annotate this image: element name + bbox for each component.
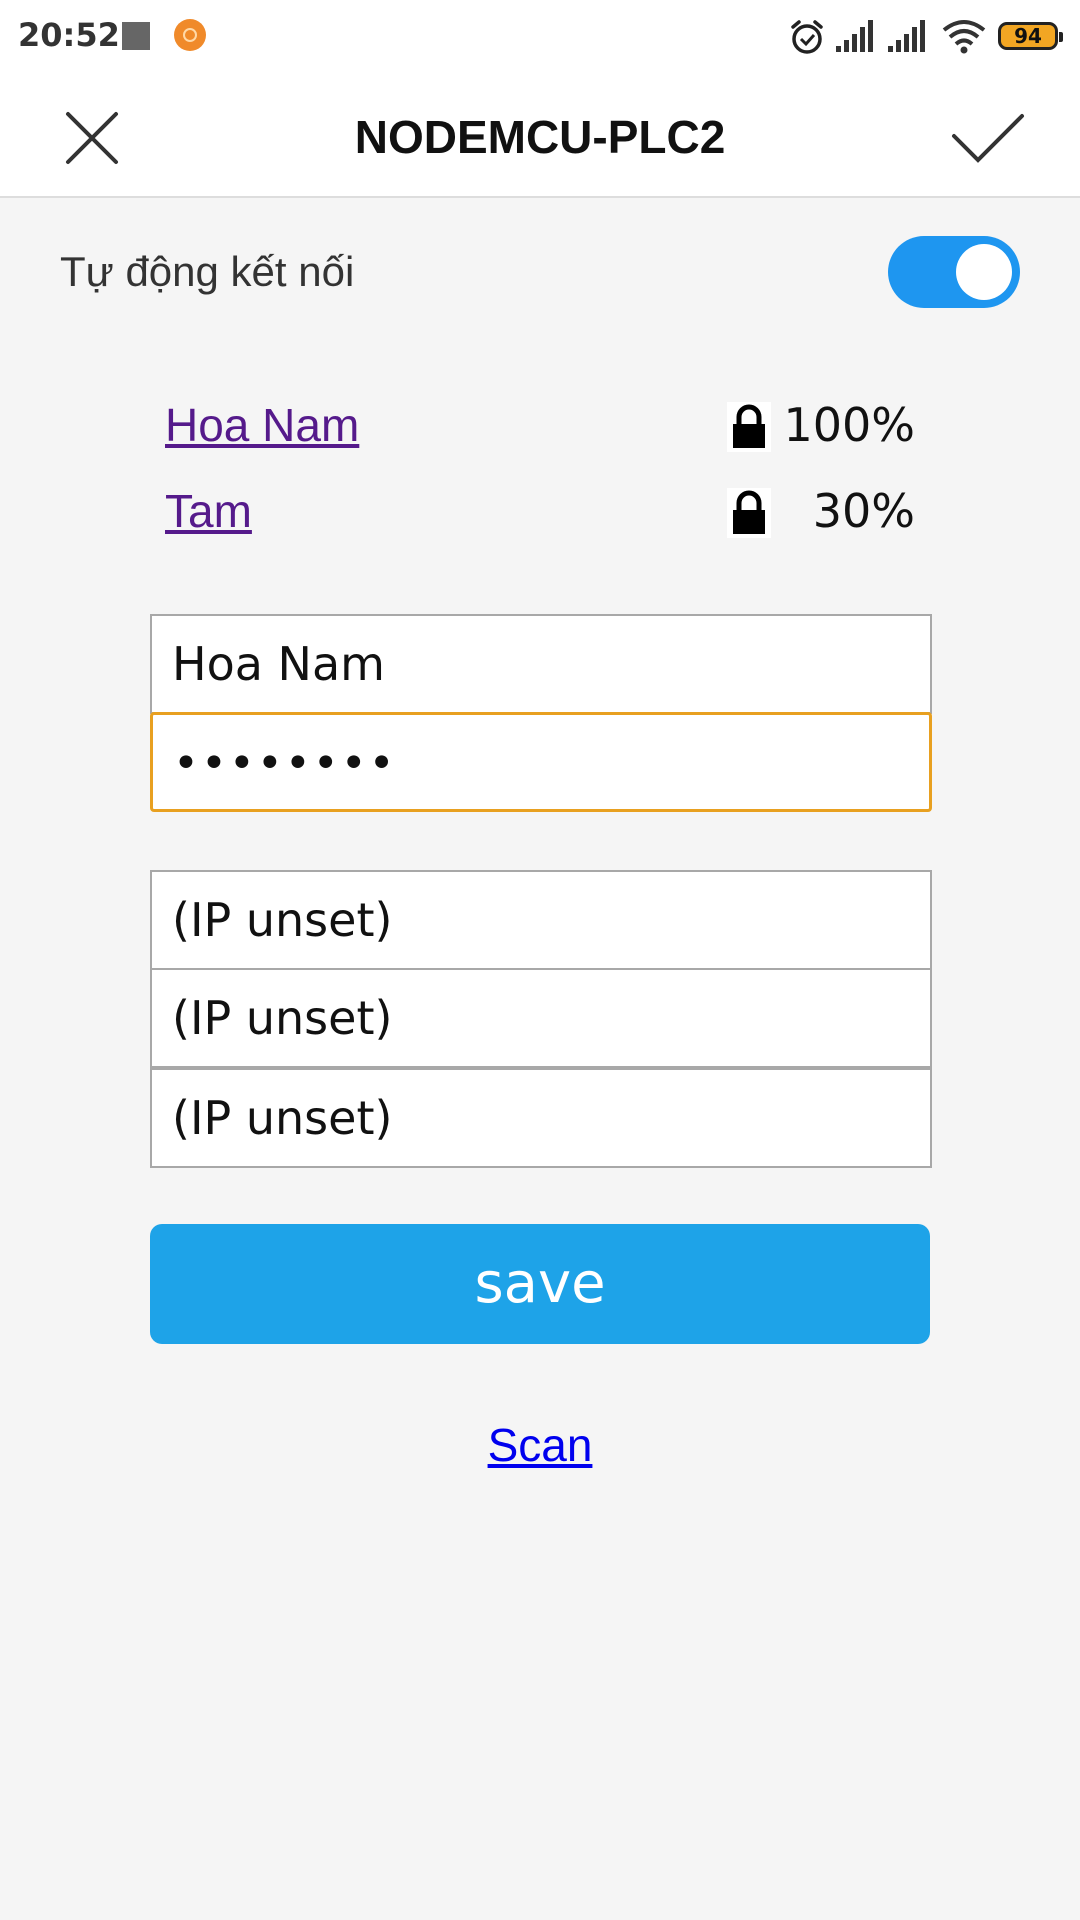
battery-icon: 94: [998, 22, 1063, 50]
page-title: NODEMCU-PLC2: [354, 111, 726, 163]
wifi-icon: [942, 20, 986, 54]
status-time: 20:52: [18, 16, 120, 54]
lock-icon: [727, 402, 771, 452]
password-field[interactable]: ••••••••: [150, 712, 932, 812]
toggle-knob: [956, 244, 1012, 300]
signal-icon: [836, 20, 873, 52]
save-button[interactable]: save: [150, 1224, 930, 1344]
gateway-field[interactable]: (IP unset): [150, 968, 932, 1068]
battery-level: 94: [1014, 24, 1042, 48]
status-bar: 20:52 94: [0, 0, 1080, 72]
password-value: ••••••••: [173, 738, 397, 789]
network-item[interactable]: Tam 30%: [165, 484, 915, 544]
stop-square-icon: [122, 22, 150, 50]
alarm-icon: [791, 20, 823, 54]
network-item[interactable]: Hoa Nam 100%: [165, 398, 915, 458]
network-ssid-link[interactable]: Hoa Nam: [165, 398, 359, 452]
ip-field[interactable]: (IP unset): [150, 870, 932, 970]
network-signal: 100%: [783, 398, 915, 452]
lock-icon: [727, 488, 771, 538]
network-ssid-link[interactable]: Tam: [165, 484, 252, 538]
orange-app-icon: [174, 19, 206, 51]
check-icon[interactable]: [950, 110, 1026, 170]
app-header: NODEMCU-PLC2: [0, 72, 1080, 198]
scan-link[interactable]: Scan: [0, 1418, 1080, 1472]
network-signal: 30%: [812, 484, 915, 538]
auto-connect-toggle[interactable]: [888, 236, 1020, 308]
auto-connect-label: Tự động kết nối: [60, 248, 355, 295]
scan-link-label[interactable]: Scan: [488, 1419, 593, 1471]
ssid-field[interactable]: Hoa Nam: [150, 614, 932, 714]
signal-icon: [888, 20, 925, 52]
subnet-field[interactable]: (IP unset): [150, 1068, 932, 1168]
